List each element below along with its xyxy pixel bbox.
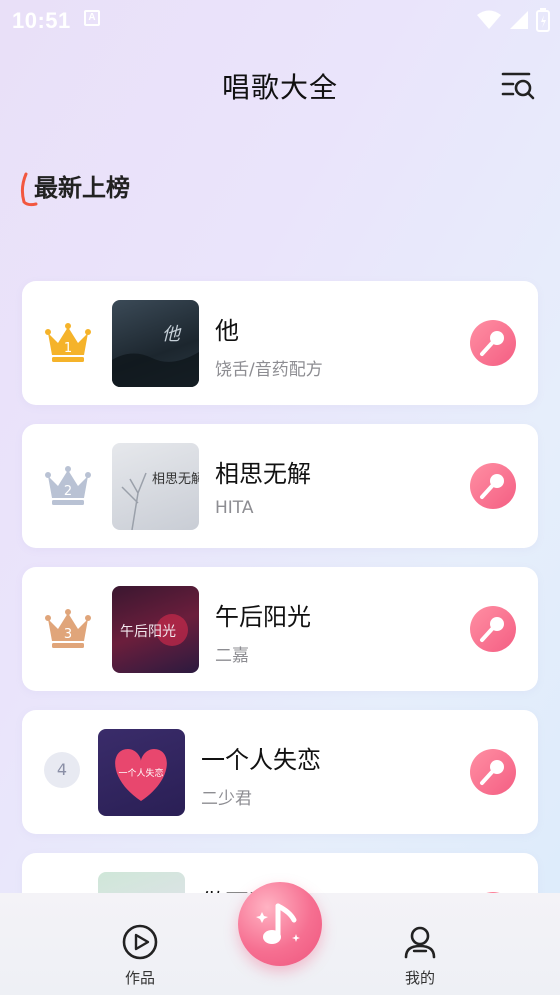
album-cover: 相思无解 [112,443,199,530]
music-note-icon [256,903,300,944]
sing-button[interactable] [470,463,516,509]
tab-works-label: 作品 [124,969,155,987]
list-item[interactable]: 4 一个人失恋 一个人失恋 二少君 [22,710,538,834]
song-title: 他 [215,317,239,345]
wifi-icon [477,10,501,29]
signal-icon [510,11,528,29]
microphone-icon [480,331,504,356]
song-artist: HITA [215,498,254,518]
status-bar: 10:51 A [0,0,560,40]
svg-text:1: 1 [64,341,72,356]
song-artist: 二少君 [201,789,252,809]
status-time: 10:51 [12,8,71,33]
silver-crown-icon: 2 [45,466,91,505]
svg-text:他: 他 [162,324,182,345]
album-cover: 他 [112,300,199,387]
svg-text:午后阳光: 午后阳光 [120,624,176,640]
microphone-icon [480,760,504,785]
sing-button[interactable] [470,606,516,652]
battery-icon [536,8,550,32]
svg-text:相思无解: 相思无解 [152,472,199,487]
sing-button[interactable] [470,320,516,366]
list-item[interactable]: 3 午后阳光 午后阳光 二嘉 [22,567,538,691]
notification-icon: A [84,10,100,26]
album-cover: 午后阳光 [112,586,199,673]
song-title: 相思无解 [215,460,311,488]
user-icon [404,926,436,959]
play-circle-icon [122,924,158,960]
song-artist: 饶舌/音药配方 [215,360,323,380]
status-icons [476,8,550,32]
tab-works[interactable]: 作品 [100,923,180,988]
tab-mine[interactable]: 我的 [380,923,460,988]
list-item[interactable]: 2 相思无解 相思无解 HITA [22,424,538,548]
sing-button[interactable] [470,749,516,795]
album-cover: 一个人失恋 [98,729,185,816]
svg-text:2: 2 [64,484,72,499]
rank-badge: 4 [44,752,80,788]
section-label: 最新上榜 [20,168,160,208]
song-artist: 二嘉 [215,646,249,666]
microphone-icon [480,474,504,499]
section-label-text: 最新上榜 [34,174,130,202]
page-title: 唱歌大全 [221,71,338,104]
microphone-icon [480,617,504,642]
gold-crown-icon: 1 [45,323,91,362]
svg-text:3: 3 [64,627,72,642]
song-title: 午后阳光 [215,603,311,631]
bronze-crown-icon: 3 [45,609,91,648]
section-label-decor-icon: 最新上榜 [20,172,130,207]
svg-text:一个人失恋: 一个人失恋 [118,767,163,779]
song-title: 一个人失恋 [201,746,321,774]
search-list-icon[interactable] [500,68,536,104]
tab-mine-label: 我的 [404,969,435,987]
list-item[interactable]: 1 他 他 饶舌/音药配方 [22,281,538,405]
center-music-button[interactable] [238,882,322,966]
